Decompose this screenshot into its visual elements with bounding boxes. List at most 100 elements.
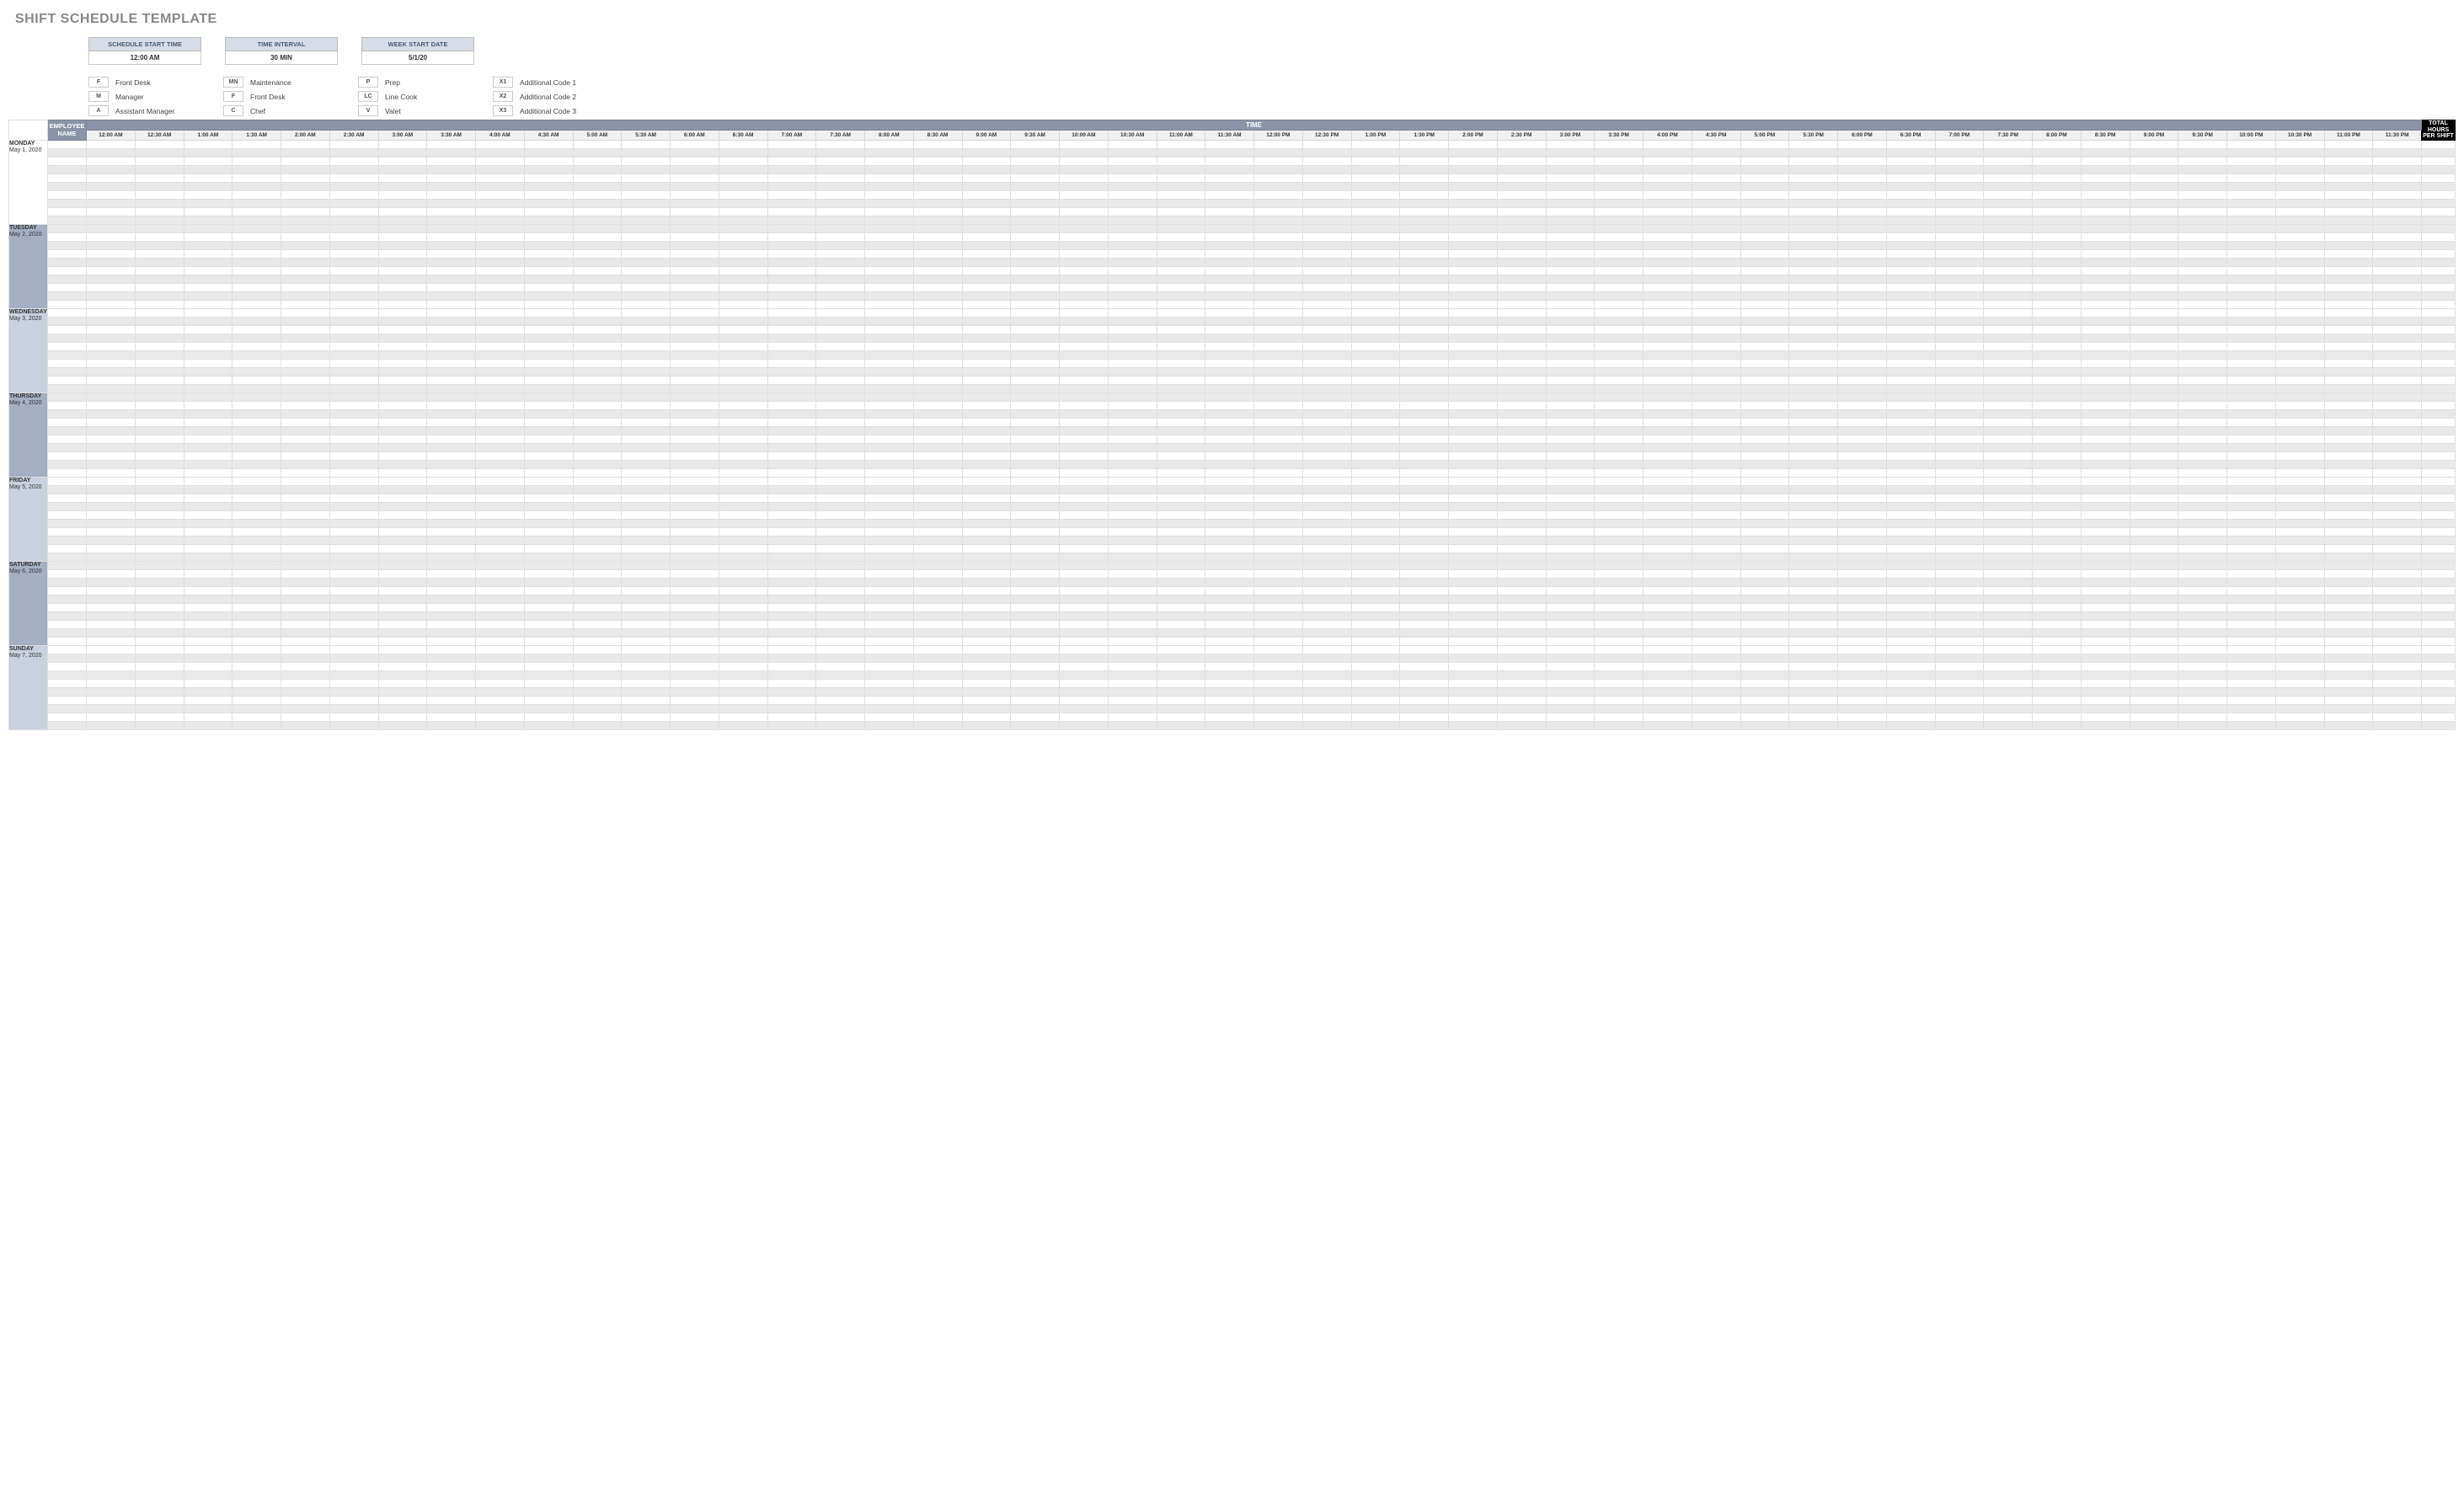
schedule-cell[interactable] <box>1449 621 1498 629</box>
schedule-cell[interactable] <box>1157 309 1205 318</box>
schedule-cell[interactable] <box>184 225 233 233</box>
schedule-cell[interactable] <box>524 191 573 200</box>
schedule-cell[interactable] <box>573 376 622 385</box>
schedule-cell[interactable] <box>2081 334 2130 343</box>
schedule-cell[interactable] <box>1886 722 1935 730</box>
schedule-cell[interactable] <box>2178 680 2227 688</box>
schedule-cell[interactable] <box>2033 334 2082 343</box>
schedule-cell[interactable] <box>2373 301 2422 309</box>
schedule-cell[interactable] <box>1740 570 1789 579</box>
schedule-cell[interactable] <box>865 326 914 334</box>
schedule-cell[interactable] <box>2227 486 2276 494</box>
schedule-cell[interactable] <box>1644 200 1692 208</box>
schedule-cell[interactable] <box>1546 461 1595 469</box>
schedule-cell[interactable] <box>1497 629 1546 638</box>
schedule-cell[interactable] <box>1302 149 1351 157</box>
employee-cell[interactable] <box>48 680 87 688</box>
schedule-cell[interactable] <box>1740 419 1789 427</box>
schedule-cell[interactable] <box>1740 722 1789 730</box>
schedule-cell[interactable] <box>1546 587 1595 595</box>
schedule-cell[interactable] <box>2227 629 2276 638</box>
schedule-cell[interactable] <box>2324 545 2373 553</box>
schedule-cell[interactable] <box>1984 570 2033 579</box>
schedule-cell[interactable] <box>1351 570 1400 579</box>
schedule-cell[interactable] <box>913 141 962 149</box>
schedule-cell[interactable] <box>573 225 622 233</box>
schedule-cell[interactable] <box>767 233 816 242</box>
schedule-cell[interactable] <box>1302 629 1351 638</box>
schedule-cell[interactable] <box>329 208 378 216</box>
schedule-cell[interactable] <box>427 536 476 545</box>
schedule-cell[interactable] <box>816 233 865 242</box>
schedule-cell[interactable] <box>2324 225 2373 233</box>
schedule-cell[interactable] <box>671 680 719 688</box>
schedule-cell[interactable] <box>87 503 136 511</box>
schedule-cell[interactable] <box>233 478 281 486</box>
schedule-cell[interactable] <box>622 242 671 250</box>
schedule-cell[interactable] <box>1254 157 1303 166</box>
schedule-cell[interactable] <box>913 376 962 385</box>
schedule-cell[interactable] <box>87 444 136 452</box>
schedule-cell[interactable] <box>1351 259 1400 267</box>
schedule-cell[interactable] <box>2373 402 2422 410</box>
schedule-cell[interactable] <box>1302 697 1351 705</box>
schedule-cell[interactable] <box>1740 461 1789 469</box>
schedule-cell[interactable] <box>2178 697 2227 705</box>
schedule-cell[interactable] <box>281 697 330 705</box>
schedule-cell[interactable] <box>2275 216 2324 225</box>
employee-cell[interactable] <box>48 461 87 469</box>
schedule-cell[interactable] <box>2178 275 2227 284</box>
schedule-cell[interactable] <box>329 326 378 334</box>
employee-cell[interactable] <box>48 233 87 242</box>
schedule-cell[interactable] <box>719 520 767 528</box>
schedule-cell[interactable] <box>962 654 1011 663</box>
schedule-cell[interactable] <box>329 570 378 579</box>
schedule-cell[interactable] <box>1302 376 1351 385</box>
schedule-cell[interactable] <box>1351 486 1400 494</box>
schedule-cell[interactable] <box>1984 528 2033 536</box>
schedule-cell[interactable] <box>1692 402 1740 410</box>
schedule-cell[interactable] <box>1205 141 1254 149</box>
schedule-cell[interactable] <box>184 309 233 318</box>
employee-cell[interactable] <box>48 368 87 376</box>
schedule-cell[interactable] <box>816 141 865 149</box>
schedule-cell[interactable] <box>1205 478 1254 486</box>
schedule-cell[interactable] <box>233 638 281 646</box>
schedule-cell[interactable] <box>87 149 136 157</box>
schedule-cell[interactable] <box>87 233 136 242</box>
schedule-cell[interactable] <box>2178 301 2227 309</box>
schedule-cell[interactable] <box>1789 166 1838 174</box>
schedule-cell[interactable] <box>1011 452 1060 461</box>
schedule-cell[interactable] <box>913 646 962 654</box>
schedule-cell[interactable] <box>1595 225 1644 233</box>
schedule-cell[interactable] <box>671 334 719 343</box>
schedule-cell[interactable] <box>1838 318 1887 326</box>
schedule-cell[interactable] <box>378 494 427 503</box>
schedule-cell[interactable] <box>233 309 281 318</box>
schedule-cell[interactable] <box>1108 503 1157 511</box>
schedule-cell[interactable] <box>2130 612 2178 621</box>
schedule-cell[interactable] <box>2178 587 2227 595</box>
schedule-cell[interactable] <box>476 536 525 545</box>
schedule-cell[interactable] <box>1886 216 1935 225</box>
schedule-cell[interactable] <box>1838 208 1887 216</box>
schedule-cell[interactable] <box>87 595 136 604</box>
employee-cell[interactable] <box>48 494 87 503</box>
employee-cell[interactable] <box>48 267 87 275</box>
employee-cell[interactable] <box>48 402 87 410</box>
schedule-cell[interactable] <box>2033 351 2082 360</box>
schedule-cell[interactable] <box>281 494 330 503</box>
schedule-cell[interactable] <box>329 528 378 536</box>
schedule-cell[interactable] <box>865 200 914 208</box>
schedule-cell[interactable] <box>1400 587 1449 595</box>
schedule-cell[interactable] <box>767 368 816 376</box>
schedule-cell[interactable] <box>378 545 427 553</box>
schedule-cell[interactable] <box>767 646 816 654</box>
schedule-cell[interactable] <box>1935 292 1984 301</box>
schedule-cell[interactable] <box>1011 654 1060 663</box>
employee-cell[interactable] <box>48 452 87 461</box>
schedule-cell[interactable] <box>767 402 816 410</box>
schedule-cell[interactable] <box>573 680 622 688</box>
schedule-cell[interactable] <box>378 174 427 183</box>
schedule-cell[interactable] <box>476 376 525 385</box>
